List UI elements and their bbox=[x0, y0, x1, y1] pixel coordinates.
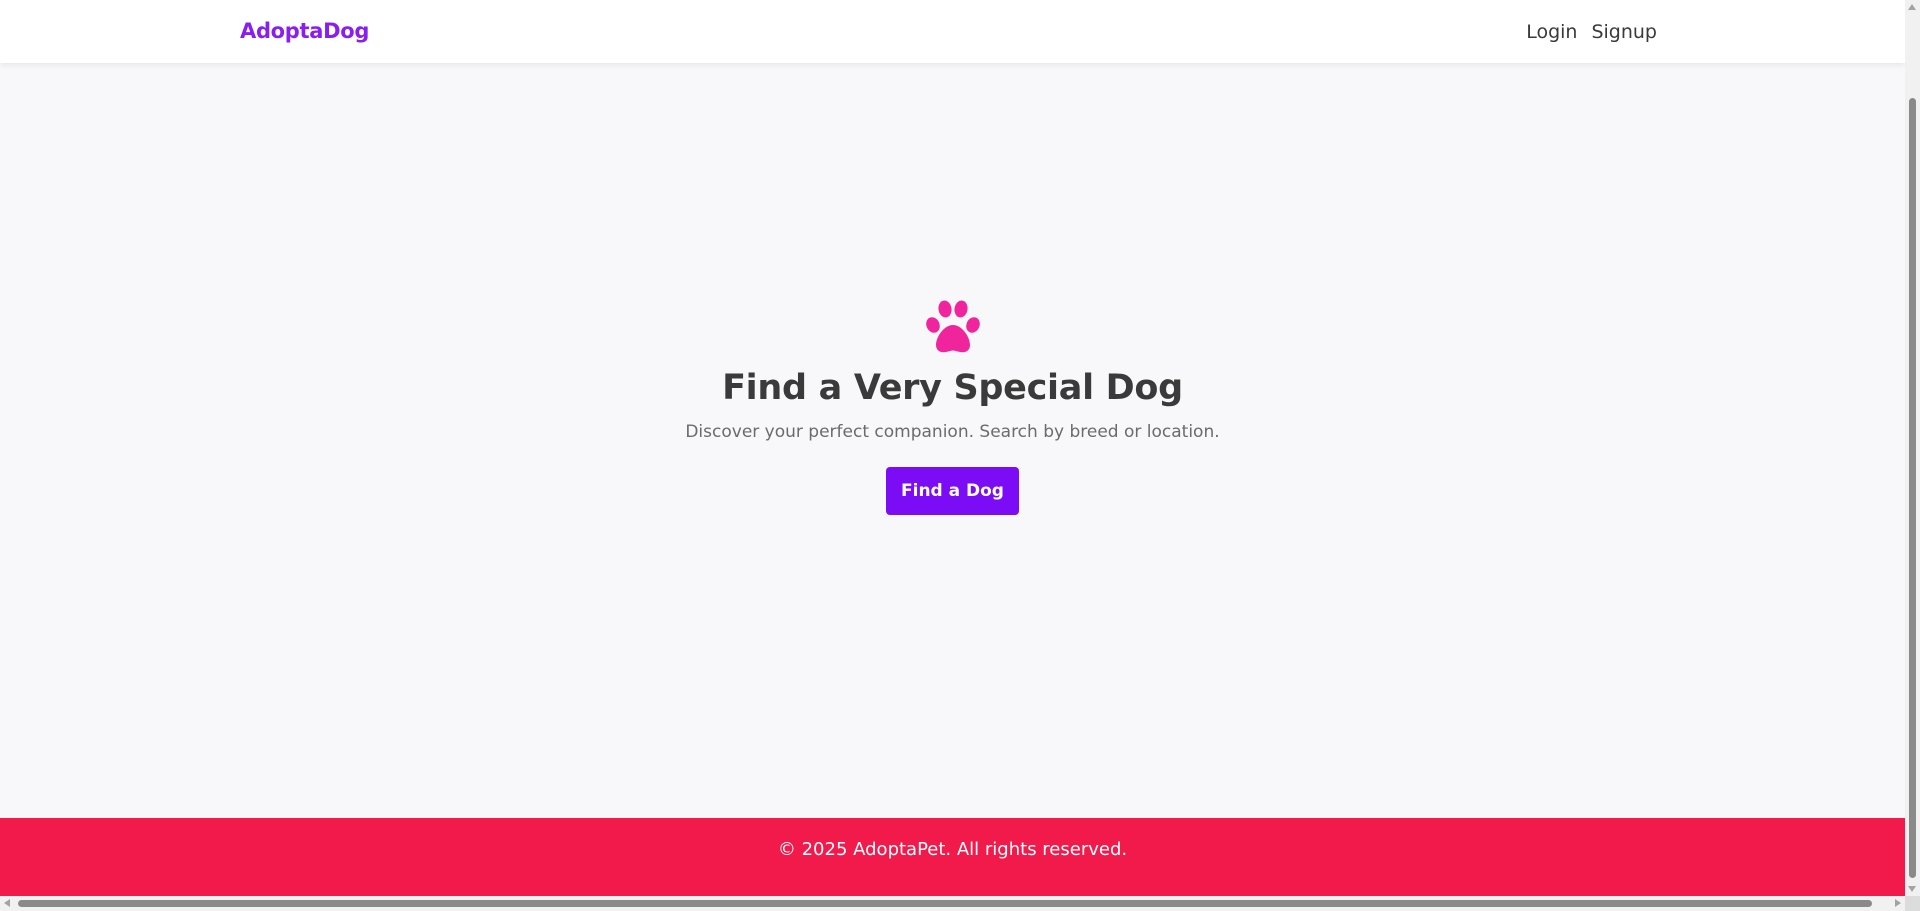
hero-subtitle: Discover your perfect companion. Search … bbox=[685, 422, 1220, 442]
nav-signup-link[interactable]: Signup bbox=[1591, 21, 1657, 43]
find-a-dog-button[interactable]: Find a Dog bbox=[886, 467, 1019, 515]
vertical-scroll-thumb[interactable] bbox=[1909, 98, 1916, 878]
hero-section: Find a Very Special Dog Discover your pe… bbox=[0, 300, 1905, 515]
nav-login-link[interactable]: Login bbox=[1526, 21, 1577, 43]
scrollbar-corner bbox=[1905, 896, 1920, 911]
brand-logo-link[interactable]: AdoptaDog bbox=[240, 19, 369, 43]
header-nav: Login Signup bbox=[1526, 21, 1657, 43]
paw-icon bbox=[924, 300, 982, 354]
horizontal-scrollbar[interactable] bbox=[0, 896, 1905, 911]
scroll-right-arrow-icon[interactable] bbox=[1895, 899, 1901, 907]
scroll-down-arrow-icon[interactable] bbox=[1908, 886, 1916, 892]
footer-copyright: © 2025 AdoptaPet. All rights reserved. bbox=[777, 839, 1128, 860]
hero-title: Find a Very Special Dog bbox=[722, 368, 1183, 408]
site-header: AdoptaDog Login Signup bbox=[0, 0, 1905, 63]
scroll-up-arrow-icon[interactable] bbox=[1908, 4, 1916, 10]
scroll-left-arrow-icon[interactable] bbox=[4, 899, 10, 907]
site-footer: © 2025 AdoptaPet. All rights reserved. bbox=[0, 818, 1905, 896]
page-viewport: AdoptaDog Login Signup Find a Very Speci… bbox=[0, 0, 1905, 896]
horizontal-scroll-thumb[interactable] bbox=[18, 900, 1872, 907]
vertical-scrollbar[interactable] bbox=[1905, 0, 1920, 896]
